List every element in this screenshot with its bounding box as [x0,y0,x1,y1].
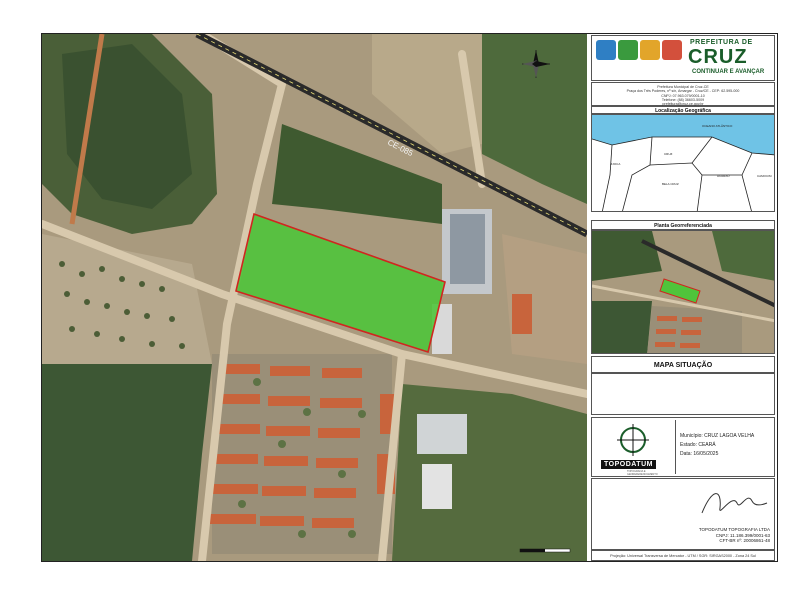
topodatum-subtitle: TOPOGRAFIA E GEOREFERENCIAMENTO [627,470,658,476]
localizacao-title: Localização Geográfica [591,106,775,114]
logo-line2: CRUZ [688,46,748,68]
vegetation-patch-sw [42,364,212,561]
info-estado: Estado: CEARÁ [680,442,716,448]
legend-panel: PREFEITURA DE CRUZ CONTINUAR E AVANÇAR P… [589,34,777,561]
label-jijoca: JIJOCA [610,162,620,166]
projection-note: Projeção: Universal Transversa de Mercat… [591,550,775,561]
location-map[interactable]: OCEANO ATLÂNTICO CRUZ ACARAÚ BELA CRUZ J… [591,114,775,212]
address-block: Prefeitura Municipal de Cruz-CE Praça do… [591,82,775,106]
signature-cft: CFT-BR nº: 20006861-48 [719,538,770,543]
info-lines: Município: CRUZ LAGOA VELHA Estado: CEAR… [680,432,754,459]
georeferenced-map-thumbnail[interactable] [591,230,775,354]
signature-text: TOPODATUM TOPOGRAFIA LTDA CNPJ: 11.186.3… [699,527,770,544]
logo-icons [596,40,682,60]
label-bela-cruz: BELA CRUZ [662,182,679,186]
label-ocean: OCEANO ATLÂNTICO [702,123,733,128]
signature-box: TOPODATUM TOPOGRAFIA LTDA CNPJ: 11.186.3… [591,478,775,550]
label-acarau: ACARAÚ [717,173,730,178]
topodatum-logo: TOPODATUM TOPOGRAFIA E GEOREFERENCIAMENT… [593,420,676,476]
vegetation-patch-se [392,384,587,561]
info-data: Data: 16/05/2025 [680,451,719,457]
scale-bar-icon [519,548,571,553]
target-icon [617,424,649,456]
label-cruz: CRUZ [664,152,672,156]
project-info-box: TOPODATUM TOPOGRAFIA E GEOREFERENCIAMENT… [591,417,775,477]
situacao-title: MAPA SITUAÇÃO [591,356,775,373]
signature-graphic [701,493,768,514]
info-municipio: Município: CRUZ LAGOA VELHA [680,433,755,439]
logo-church-icon [662,40,682,60]
residential-blocks [210,354,398,554]
satellite-map[interactable]: CE-085 [42,34,587,561]
logo-line1: PREFEITURA DE [690,39,753,46]
logo-wave-icon [596,40,616,60]
logo-line3: CONTINUAR E AVANÇAR [692,69,765,75]
logo-sun-icon [640,40,660,60]
logo-leaf-icon [618,40,638,60]
municipality-logo: PREFEITURA DE CRUZ CONTINUAR E AVANÇAR [591,35,775,81]
topodatum-name: TOPODATUM [601,460,656,469]
planta-title: Planta Georreferenciada [591,220,775,230]
situacao-body [591,373,775,415]
label-camocim: CAMOCIM [757,174,772,178]
signature-company: TOPODATUM TOPOGRAFIA LTDA [698,527,770,532]
